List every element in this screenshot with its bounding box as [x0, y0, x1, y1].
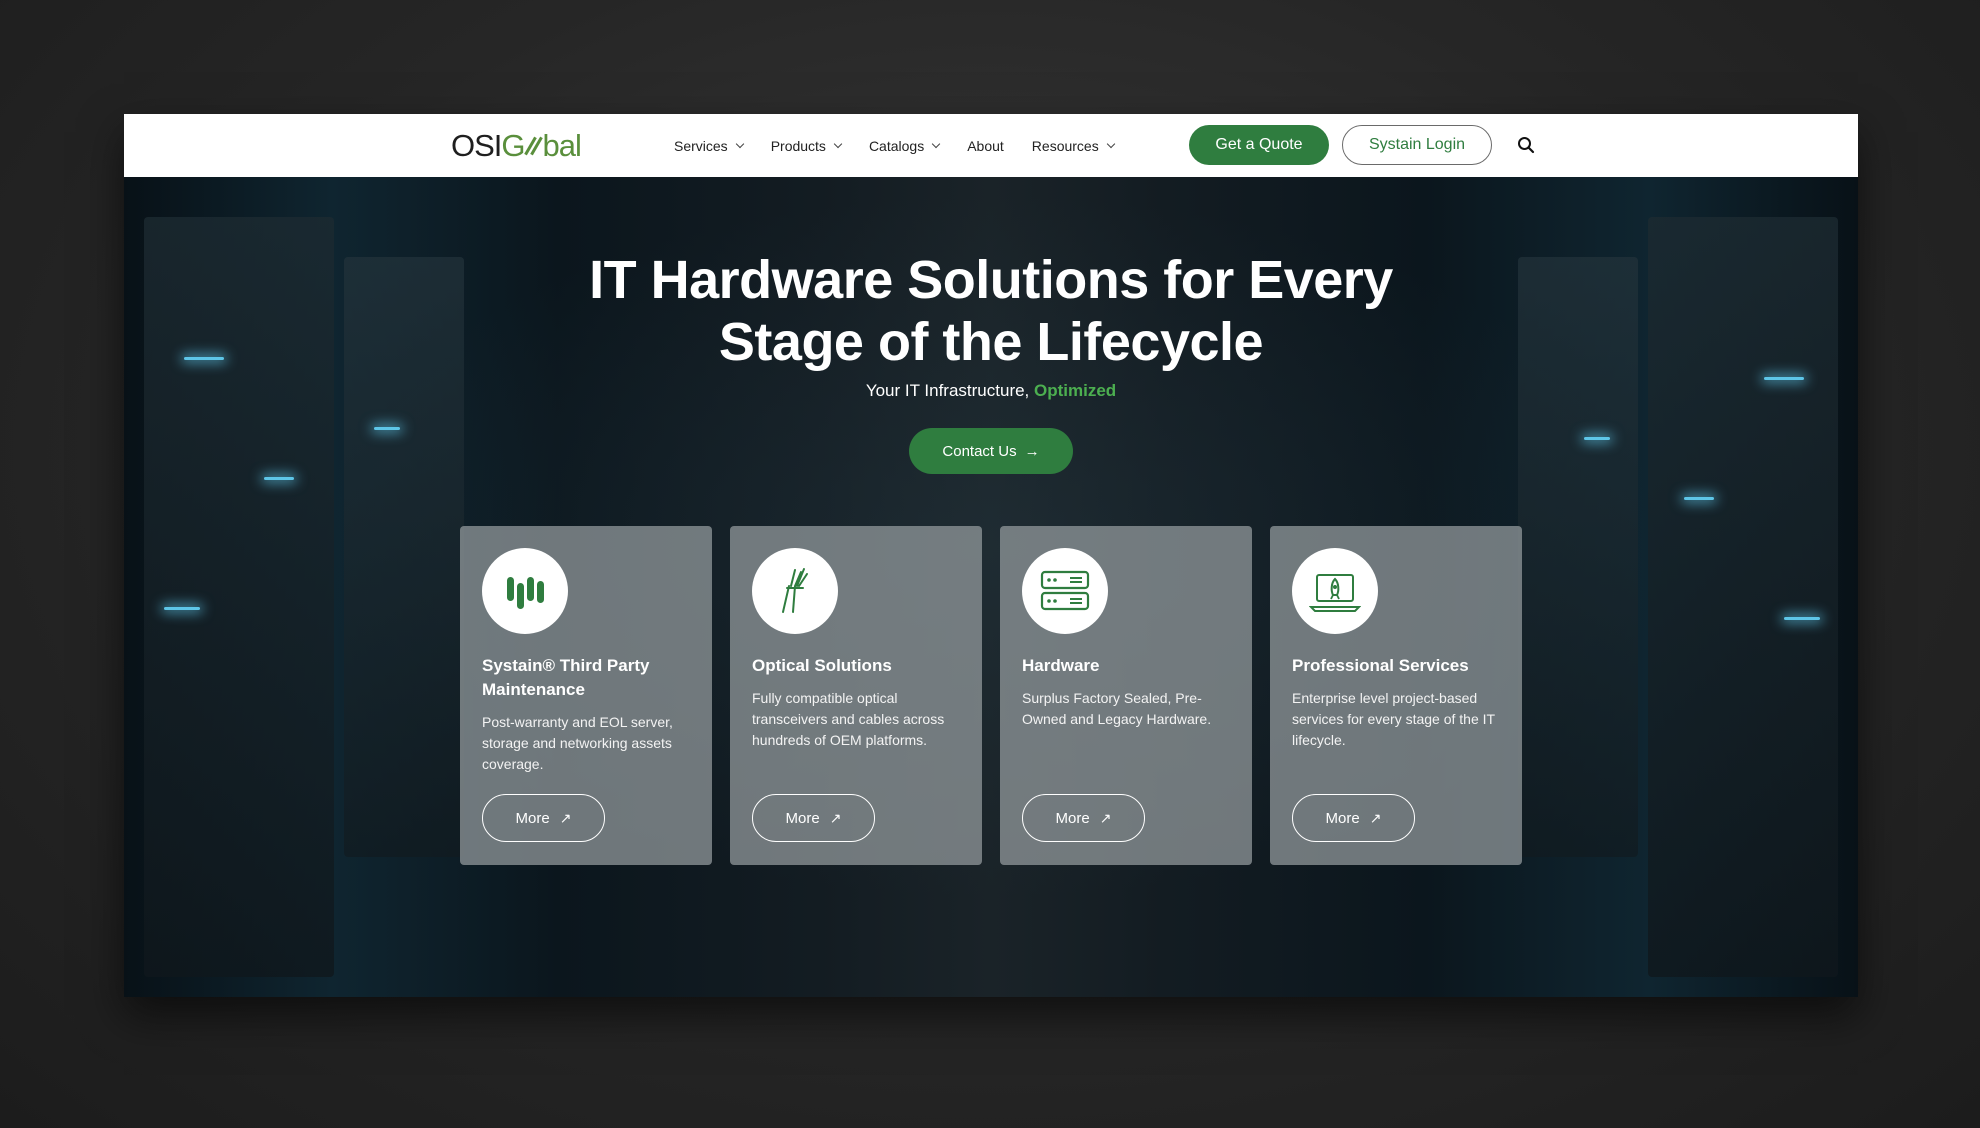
logo-mark-icon — [526, 134, 542, 156]
get-a-quote-button[interactable]: Get a Quote — [1189, 125, 1329, 165]
hero-subtitle: Your IT Infrastructure, Optimized — [124, 381, 1858, 401]
more-button-label: More — [515, 809, 550, 827]
chevron-down-icon — [833, 139, 843, 149]
card-description: Surplus Factory Sealed, Pre-Owned and Le… — [1022, 690, 1212, 727]
osi-global-logo[interactable]: OSI Gbal — [451, 128, 582, 164]
hero-subtitle-text: Your IT Infrastructure, — [865, 381, 1035, 400]
rocket-laptop-glyph — [1309, 574, 1361, 612]
search-icon[interactable] — [1517, 136, 1535, 154]
rack-light — [1684, 497, 1714, 500]
nav-item-about[interactable]: About — [967, 138, 1004, 154]
nav-item-label: Resources — [1031, 137, 1099, 154]
nav-item-resources[interactable]: Resources — [1031, 137, 1115, 154]
contact-us-label: Contact Us — [942, 442, 1017, 460]
nav-item-label: Services — [674, 137, 728, 154]
rocket-laptop-icon — [1292, 548, 1378, 634]
more-button[interactable]: More ↗ — [482, 794, 605, 842]
main-nav: Services Products Catalogs About Resourc… — [674, 114, 1142, 177]
arrow-up-right-icon: ↗ — [829, 809, 842, 826]
hero-subtitle-accent: Optimized — [1034, 381, 1117, 400]
hero-title-line-1: IT Hardware Solutions for Every — [589, 250, 1393, 310]
more-button[interactable]: More ↗ — [1022, 794, 1145, 842]
arrow-up-right-icon: ↗ — [1369, 809, 1382, 826]
rack-light — [264, 477, 294, 480]
card-description: Post-warranty and EOL server, storage an… — [482, 714, 673, 772]
card-title: Hardware — [1022, 656, 1100, 675]
rack-light — [1784, 617, 1820, 620]
card-description: Enterprise level project-based services … — [1292, 690, 1495, 748]
rack-light — [164, 607, 200, 610]
chevron-down-icon — [735, 139, 744, 149]
arrow-up-right-icon: ↗ — [1099, 809, 1112, 826]
hero-title-line-2: Stage of the Lifecycle — [718, 312, 1264, 372]
nav-item-label: About — [967, 137, 1004, 154]
site-header: OSI Gbal Services Products Catalogs About… — [124, 114, 1858, 177]
arrow-up-right-icon: ↗ — [559, 809, 572, 826]
more-button-label: More — [785, 809, 820, 827]
contact-us-button[interactable]: Contact Us → — [909, 428, 1073, 474]
nav-item-label: Catalogs — [868, 137, 925, 154]
card-title: Systain® Third Party Maintenance — [482, 656, 650, 699]
rack-light — [1764, 377, 1804, 380]
systain-login-button[interactable]: Systain Login — [1342, 125, 1492, 165]
server-icon — [1022, 548, 1108, 634]
maintenance-bars-icon — [482, 548, 568, 634]
arrow-right-icon: → — [1024, 442, 1040, 460]
logo-global-text: Gbal — [501, 128, 581, 163]
hero-section: IT Hardware Solutions for Every Stage of… — [124, 177, 1858, 997]
logo-osi-text: OSI — [451, 128, 502, 163]
rack-light — [374, 427, 400, 430]
more-button[interactable]: More ↗ — [1292, 794, 1415, 842]
service-card-maintenance: Systain® Third Party Maintenance Post-wa… — [460, 526, 712, 865]
fiber-optic-glyph — [782, 568, 808, 613]
hero-title: IT Hardware Solutions for Every Stage of… — [124, 249, 1858, 373]
service-card-optical: Optical Solutions Fully compatible optic… — [730, 526, 982, 865]
nav-item-products[interactable]: Products — [770, 137, 843, 154]
more-button-label: More — [1325, 809, 1360, 827]
nav-item-label: Products — [770, 137, 826, 154]
service-card-professional: Professional Services Enterprise level p… — [1270, 526, 1522, 865]
more-button[interactable]: More ↗ — [752, 794, 875, 842]
fiber-optic-icon — [752, 548, 838, 634]
rack-light — [1584, 437, 1610, 440]
service-card-hardware: Hardware Surplus Factory Sealed, Pre-Own… — [1000, 526, 1252, 865]
server-glyph — [1040, 570, 1090, 611]
chevron-down-icon — [1106, 139, 1115, 149]
browser-frame: OSI Gbal Services Products Catalogs About… — [124, 114, 1858, 997]
card-title: Professional Services — [1292, 656, 1469, 675]
card-title: Optical Solutions — [752, 656, 892, 675]
more-button-label: More — [1055, 809, 1090, 827]
card-description: Fully compatible optical transceivers an… — [752, 690, 945, 748]
chevron-down-icon — [931, 139, 941, 149]
nav-item-services[interactable]: Services — [674, 137, 744, 154]
maintenance-bars-glyph — [507, 577, 544, 609]
nav-item-catalogs[interactable]: Catalogs — [868, 137, 941, 154]
